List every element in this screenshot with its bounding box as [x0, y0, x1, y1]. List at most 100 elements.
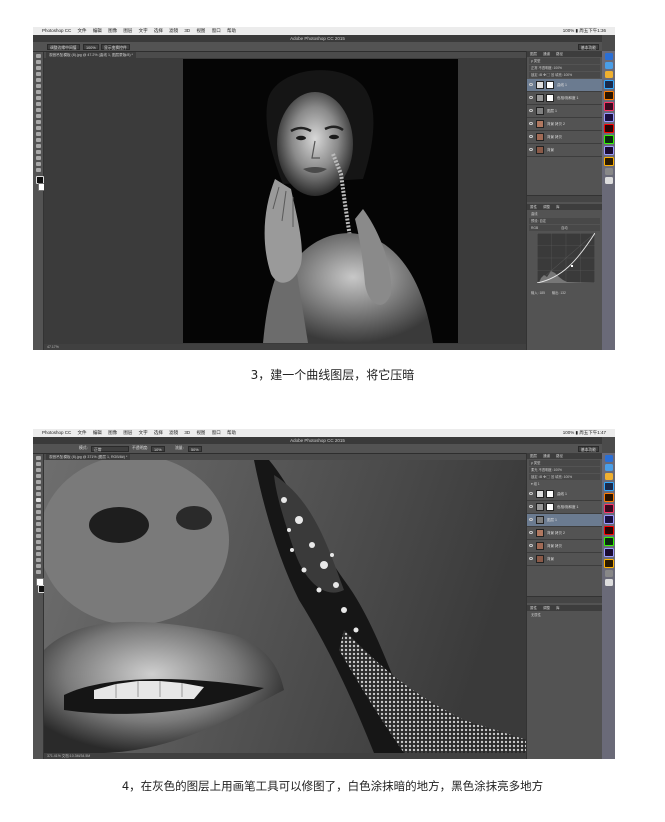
options-chip[interactable]: 100%: [83, 43, 99, 50]
output-value[interactable]: 132: [560, 291, 566, 295]
canvas-area[interactable]: [44, 460, 527, 753]
layer-group-row[interactable]: ▾ 组 1: [529, 481, 600, 487]
quick-select-tool-icon[interactable]: [35, 474, 41, 478]
menu-file[interactable]: 文件: [78, 28, 87, 33]
safari-icon[interactable]: [604, 62, 613, 69]
layer-filter[interactable]: ρ 类型: [529, 58, 600, 64]
tab-layers[interactable]: 图层: [530, 52, 537, 56]
tab-properties[interactable]: 属性: [530, 205, 537, 209]
eye-icon[interactable]: [529, 109, 533, 112]
brush-tool-icon[interactable]: [35, 498, 41, 502]
gradient-tool-icon[interactable]: [35, 120, 41, 124]
brush-tool-icon[interactable]: [35, 96, 41, 100]
premiere-icon[interactable]: [603, 548, 614, 557]
menu-type[interactable]: 文字: [139, 28, 148, 33]
tab-channels[interactable]: 通道: [543, 52, 550, 56]
menu-app-name[interactable]: Photoshop CC: [42, 430, 71, 435]
tab-paths[interactable]: 路径: [556, 52, 563, 56]
hand-tool-icon[interactable]: [35, 162, 41, 166]
menu-help[interactable]: 帮助: [227, 28, 236, 33]
pen-tool-icon[interactable]: [35, 540, 41, 544]
layer-row[interactable]: 图层 1: [527, 105, 602, 118]
lock-fill-row[interactable]: 锁定: ⊞ ✥ ▢ ⊠ 填充: 100%: [529, 72, 600, 78]
acrobat-icon[interactable]: [603, 124, 614, 133]
quick-select-tool-icon[interactable]: [35, 72, 41, 76]
eye-icon[interactable]: [529, 96, 533, 99]
indesign-icon[interactable]: [603, 102, 614, 111]
opacity-value[interactable]: 10%: [151, 445, 165, 452]
layers-footer-buttons[interactable]: [527, 195, 602, 202]
menu-filter[interactable]: 滤镜: [169, 28, 178, 33]
eyedropper-tool-icon[interactable]: [35, 486, 41, 490]
options-chip[interactable]: 显示变换控件: [101, 43, 130, 50]
eraser-tool-icon[interactable]: [35, 114, 41, 118]
menu-view[interactable]: 视图: [196, 430, 205, 435]
layer-row[interactable]: 曲线 1: [527, 79, 602, 92]
menu-image[interactable]: 图像: [108, 430, 117, 435]
layer-row[interactable]: 曲线 1: [527, 488, 602, 501]
menu-select[interactable]: 选择: [154, 28, 163, 33]
bridge-icon[interactable]: [603, 157, 614, 166]
layer-filter[interactable]: ρ 类型: [529, 460, 600, 466]
lasso-tool-icon[interactable]: [35, 468, 41, 472]
curves-preset-row[interactable]: 预设: 自定: [529, 218, 600, 224]
crop-tool-icon[interactable]: [35, 78, 41, 82]
tab-paths[interactable]: 路径: [556, 454, 563, 458]
tab-adjustments[interactable]: 调整: [543, 205, 550, 209]
menu-filter[interactable]: 滤镜: [169, 430, 178, 435]
menu-view[interactable]: 视图: [196, 28, 205, 33]
aftereffects-icon[interactable]: [603, 113, 614, 122]
layer-row[interactable]: 背景 拷贝: [527, 540, 602, 553]
eye-icon[interactable]: [529, 505, 533, 508]
move-tool-icon[interactable]: [35, 456, 41, 460]
workspace-select[interactable]: 基本功能: [577, 43, 599, 50]
sketch-icon[interactable]: [604, 473, 613, 480]
eye-icon[interactable]: [529, 557, 533, 560]
path-select-tool-icon[interactable]: [35, 552, 41, 556]
layer-row[interactable]: 色相/饱和度 1: [527, 501, 602, 514]
mask-thumb[interactable]: [546, 81, 554, 89]
zoom-tool-icon[interactable]: [35, 570, 41, 574]
curves-graph[interactable]: [536, 232, 598, 288]
lasso-tool-icon[interactable]: [35, 66, 41, 70]
type-tool-icon[interactable]: [35, 144, 41, 148]
tab-layers[interactable]: 图层: [530, 454, 537, 458]
path-select-tool-icon[interactable]: [35, 150, 41, 154]
options-chip[interactable]: 调整边缘中间值: [47, 43, 80, 50]
layer-row[interactable]: 色相/饱和度 1: [527, 92, 602, 105]
menu-select[interactable]: 选择: [154, 430, 163, 435]
healing-tool-icon[interactable]: [35, 90, 41, 94]
mask-thumb[interactable]: [546, 490, 554, 498]
sketch-icon[interactable]: [604, 71, 613, 78]
layer-row[interactable]: 背景: [527, 144, 602, 157]
trash-icon[interactable]: [604, 177, 613, 184]
safari-icon[interactable]: [604, 464, 613, 471]
menu-type[interactable]: 文字: [139, 430, 148, 435]
menu-layer[interactable]: 图层: [123, 430, 132, 435]
layer-row[interactable]: 图层 1: [527, 514, 602, 527]
menu-edit[interactable]: 编辑: [93, 430, 102, 435]
blur-tool-icon[interactable]: [35, 528, 41, 532]
stamp-tool-icon[interactable]: [35, 102, 41, 106]
menu-edit[interactable]: 编辑: [93, 28, 102, 33]
trash-icon[interactable]: [604, 579, 613, 586]
layers-footer-buttons[interactable]: [527, 596, 602, 603]
move-tool-icon[interactable]: [35, 54, 41, 58]
input-value[interactable]: 185: [539, 291, 545, 295]
preview-icon[interactable]: [604, 168, 613, 175]
menu-window[interactable]: 窗口: [212, 28, 221, 33]
eye-icon[interactable]: [529, 518, 533, 521]
eye-icon[interactable]: [529, 148, 533, 151]
tab-libraries[interactable]: 库: [556, 606, 560, 610]
menu-window[interactable]: 窗口: [212, 430, 221, 435]
finder-icon[interactable]: [604, 455, 613, 462]
eraser-tool-icon[interactable]: [35, 516, 41, 520]
dodge-tool-icon[interactable]: [35, 132, 41, 136]
lock-fill-row[interactable]: 锁定: ⊞ ✥ ▢ ⊠ 填充: 100%: [529, 474, 600, 480]
menu-file[interactable]: 文件: [78, 430, 87, 435]
hand-tool-icon[interactable]: [35, 564, 41, 568]
layer-row[interactable]: 背景 拷贝: [527, 131, 602, 144]
healing-tool-icon[interactable]: [35, 492, 41, 496]
tab-adjustments[interactable]: 调整: [543, 606, 550, 610]
tab-channels[interactable]: 通道: [543, 454, 550, 458]
